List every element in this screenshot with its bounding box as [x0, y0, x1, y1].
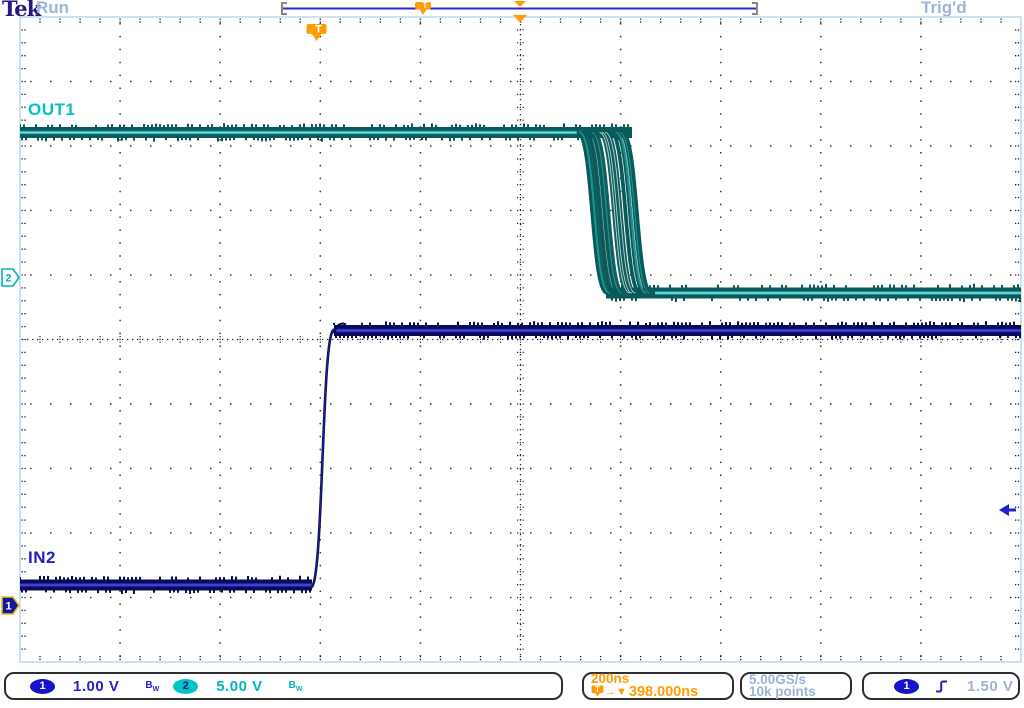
- svg-text:T: T: [423, 1, 428, 10]
- svg-text:2: 2: [5, 273, 11, 285]
- record-length: 10k points: [749, 686, 816, 699]
- horizontal-readout[interactable]: 200ns T →▼ 398.000ns: [582, 672, 734, 700]
- svg-text:T: T: [595, 685, 600, 694]
- trigger-readout[interactable]: 1 1.50 V: [862, 672, 1020, 700]
- ch1-waveform-label: IN2: [28, 548, 56, 568]
- oscilloscope-screen: Tek Run Trig'd TT21 OUT1 IN2 1 1.00 V BW…: [0, 0, 1024, 708]
- ch2-scale: 5.00 V: [216, 678, 262, 695]
- ch2-waveform-label: OUT1: [28, 100, 75, 120]
- scope-display: T T 2 1: [0, 0, 1024, 708]
- trigger-delay-readout: T →▼ 398.000ns: [591, 685, 698, 699]
- ch1-badge: 1: [30, 679, 55, 694]
- ch2-badge: 2: [173, 679, 198, 694]
- ch1-scale: 1.00 V: [73, 678, 119, 695]
- ch1-ground-marker[interactable]: 1: [2, 597, 19, 614]
- ch1-trace: [20, 321, 1021, 594]
- acquisition-readout[interactable]: 5.00GS/s 10k points: [740, 672, 852, 700]
- delay-arrows-icon: →▼: [605, 686, 627, 699]
- ch2-ground-marker[interactable]: 2: [2, 269, 19, 286]
- rising-edge-icon: [935, 679, 949, 694]
- graticule-grid: [20, 17, 1021, 662]
- expansion-point-icon: [513, 1, 527, 23]
- trigger-source-badge: 1: [894, 679, 919, 694]
- trigger-level-arrow-icon[interactable]: [999, 504, 1016, 516]
- trigger-level: 1.50 V: [967, 678, 1013, 695]
- trigger-delay-value: 398.000ns: [629, 686, 698, 699]
- svg-text:1: 1: [5, 601, 11, 613]
- trigger-t-icon: T: [591, 685, 604, 699]
- ch1-bandwidth-icon: BW: [145, 680, 159, 693]
- channel-scale-readout[interactable]: 1 1.00 V BW 2 5.00 V BW: [4, 672, 563, 700]
- trigger-position-icon[interactable]: T: [307, 23, 327, 41]
- ch2-bandwidth-icon: BW: [289, 680, 303, 693]
- svg-text:T: T: [315, 23, 322, 35]
- timebase-scale: 200ns: [591, 673, 629, 686]
